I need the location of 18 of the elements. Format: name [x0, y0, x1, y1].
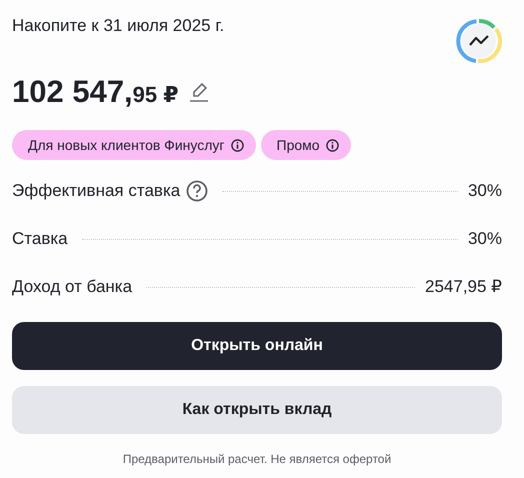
goal-amount: 102 547,95 ₽	[12, 74, 179, 110]
row-value: 30%	[468, 181, 502, 201]
info-icon	[230, 138, 244, 152]
badge-chip[interactable]: Для новых клиентов Финуслуг	[12, 130, 256, 160]
disclaimer-text: Предварительный расчет. Не является офертой	[122, 452, 392, 466]
how-to-open-button[interactable]: Как открыть вклад	[12, 386, 502, 434]
row-value: 2547,95 ₽	[425, 277, 502, 297]
pencil-icon[interactable]	[188, 81, 209, 103]
row-label: Ставка	[12, 229, 68, 249]
row-value: 30%	[468, 229, 502, 249]
badge-chip[interactable]: Промо	[260, 130, 351, 160]
info-icon	[326, 138, 339, 152]
help-icon[interactable]	[186, 180, 208, 202]
row-label: Доход от банка	[12, 277, 132, 297]
row-label: Эффективная ставка	[12, 181, 180, 201]
goal-title: Накопите к 31 июля 2025 г.	[12, 16, 224, 36]
open-online-button[interactable]: Открыть онлайн	[12, 322, 502, 370]
chart-ring-icon	[456, 18, 502, 64]
